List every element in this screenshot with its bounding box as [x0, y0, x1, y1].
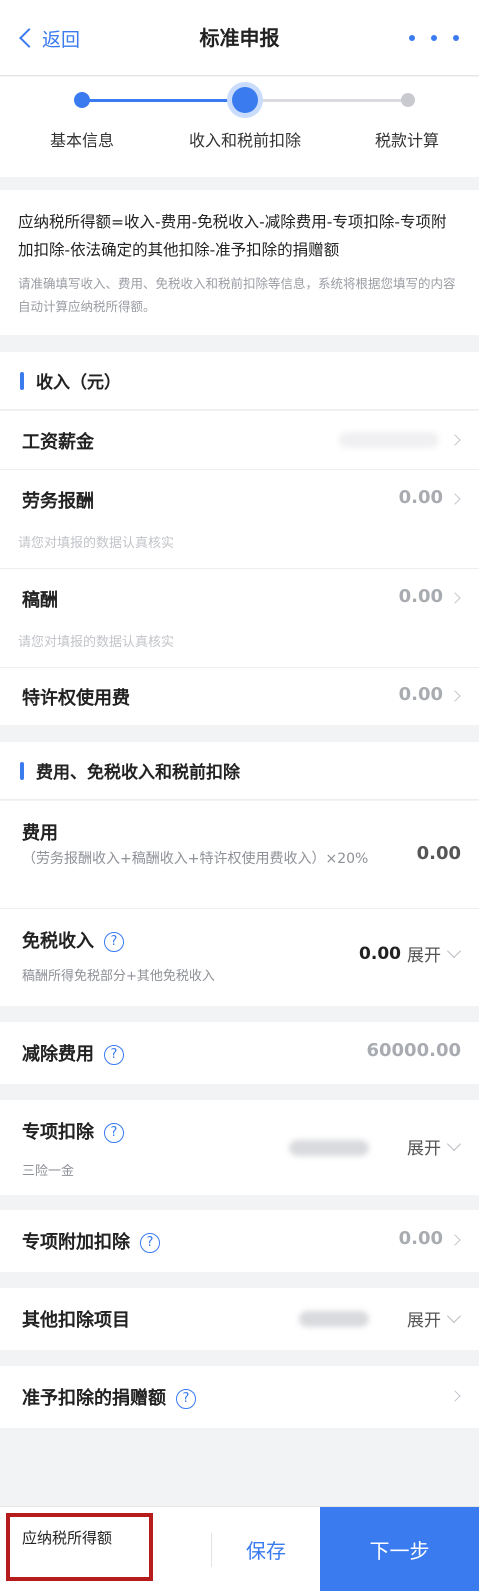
- taxfree-sub: 稿酬所得免税部分+其他免税收入: [22, 969, 215, 984]
- expense-row: 费用 （劳务报酬收入+稿酬收入+特许权使用费收入）×20% 0.00: [0, 801, 479, 908]
- special-value-redacted: [289, 1140, 369, 1156]
- chevron-down-icon: [446, 1136, 462, 1151]
- chevron-right-icon: [449, 1234, 461, 1246]
- special-label: 专项扣除: [22, 1122, 94, 1143]
- section-header-deductions: 费用、免税收入和税前扣除: [0, 742, 479, 800]
- expand-label: 展开: [407, 1311, 441, 1331]
- income-row-franchise[interactable]: 特许权使用费 0.00: [0, 668, 479, 725]
- formula-text: 应纳税所得额=收入-费用-免税收入-减除费用-专项扣除-专项附加扣除-依法确定的…: [18, 213, 447, 259]
- page-title: 标准申报: [199, 26, 280, 50]
- help-icon[interactable]: ?: [104, 1123, 124, 1143]
- income-row-royalty[interactable]: 稿酬 0.00 请您对填报的数据认真核实: [0, 569, 479, 667]
- help-icon[interactable]: ?: [176, 1389, 196, 1409]
- salary-value-redacted: [339, 432, 439, 448]
- taxable-income-label: 应纳税所得额: [22, 1529, 113, 1547]
- royalty-value: 0.00: [398, 586, 443, 607]
- special-label-wrap: 专项扣除?: [22, 1118, 124, 1144]
- other-expand[interactable]: 展开: [407, 1306, 462, 1331]
- nav-bar: 返回 标准申报: [0, 0, 479, 76]
- franchise-label: 特许权使用费: [22, 688, 130, 709]
- taxfree-expand[interactable]: 0.00 展开: [359, 941, 462, 966]
- donation-label-wrap: 准予扣除的捐赠额?: [22, 1384, 196, 1410]
- progress-stepper: 基本信息 收入和税前扣除 税款计算: [0, 77, 479, 177]
- special-additional-value: 0.00: [398, 1228, 443, 1249]
- more-menu-icon[interactable]: [409, 26, 459, 50]
- taxfree-row[interactable]: 免税收入? 稿酬所得免税部分+其他免税收入 0.00 展开: [0, 909, 479, 1006]
- help-icon[interactable]: ?: [104, 932, 124, 952]
- formula-panel: 应纳税所得额=收入-费用-免税收入-减除费用-专项扣除-专项附加扣除-依法确定的…: [0, 190, 479, 335]
- step-dot-current: [232, 87, 258, 113]
- taxfree-label-wrap: 免税收入?: [22, 927, 124, 953]
- special-additional-label-wrap: 专项附加扣除?: [22, 1228, 160, 1254]
- chevron-down-icon: [446, 943, 462, 958]
- royalty-label: 稿酬: [22, 590, 58, 611]
- reduction-label: 减除费用: [22, 1044, 94, 1065]
- help-icon[interactable]: ?: [140, 1233, 160, 1253]
- step-dot-completed: [74, 92, 90, 108]
- income-row-salary[interactable]: 工资薪金: [0, 411, 479, 469]
- formula-note: 请准确填写收入、费用、免税收入和税前扣除等信息，系统将根据您填写的内容自动计算应…: [18, 276, 456, 314]
- section-accent-bar: [20, 371, 24, 390]
- expense-label: 费用: [22, 823, 58, 844]
- other-deduction-row[interactable]: 其他扣除项目 展开: [0, 1288, 479, 1350]
- income-card: 工资薪金 劳务报酬 0.00 请您对填报的数据认真核实 稿酬 0.00 请您对填…: [0, 411, 479, 725]
- special-sub: 三险一金: [22, 1164, 75, 1179]
- reduction-label-wrap: 减除费用?: [22, 1040, 124, 1066]
- reduction-value: 60000.00: [366, 1040, 461, 1061]
- special-deduction-row[interactable]: 专项扣除? 三险一金 展开: [0, 1100, 479, 1195]
- chevron-right-icon: [449, 690, 461, 702]
- step-label-tax-calc: 税款计算: [374, 131, 439, 150]
- chevron-right-icon: [449, 1390, 461, 1402]
- expand-label: 展开: [407, 1139, 441, 1159]
- chevron-right-icon: [449, 493, 461, 505]
- expand-label: 展开: [407, 946, 441, 966]
- expense-formula: （劳务报酬收入+稿酬收入+特许权使用费收入）×20%: [22, 851, 369, 867]
- labor-value: 0.00: [398, 487, 443, 508]
- salary-label: 工资薪金: [22, 432, 94, 453]
- franchise-value: 0.00: [398, 684, 443, 705]
- step-connector-done: [82, 99, 244, 102]
- reduction-row: 减除费用? 60000.00: [0, 1022, 479, 1084]
- expense-value: 0.00: [416, 843, 461, 864]
- help-icon[interactable]: ?: [104, 1045, 124, 1065]
- chevron-down-icon: [446, 1308, 462, 1323]
- special-expand[interactable]: 展开: [407, 1134, 462, 1159]
- save-button[interactable]: 保存: [212, 1507, 320, 1591]
- next-step-button[interactable]: 下一步: [320, 1507, 479, 1591]
- taxfree-value: 0.00: [359, 943, 401, 964]
- section-title: 收入（元）: [36, 373, 121, 393]
- section-title: 费用、免税收入和税前扣除: [36, 763, 240, 783]
- section-accent-bar: [20, 761, 24, 780]
- taxable-income-summary: 应纳税所得额: [6, 1513, 153, 1581]
- labor-label: 劳务报酬: [22, 491, 94, 512]
- income-row-labor[interactable]: 劳务报酬 0.00 请您对填报的数据认真核实: [0, 470, 479, 568]
- royalty-hint: 请您对填报的数据认真核实: [18, 635, 175, 650]
- special-additional-label: 专项附加扣除: [22, 1232, 130, 1253]
- step-connector-pending: [244, 99, 408, 102]
- step-label-income: 收入和税前扣除: [188, 131, 301, 150]
- chevron-right-icon: [449, 592, 461, 604]
- step-label-basic-info: 基本信息: [49, 131, 114, 150]
- other-value-redacted: [299, 1311, 369, 1327]
- bottom-action-bar: 应纳税所得额 保存 下一步: [0, 1506, 479, 1591]
- chevron-right-icon: [449, 434, 461, 446]
- taxfree-label: 免税收入: [22, 931, 94, 952]
- step-dot-pending: [401, 93, 415, 107]
- deductions-card: 费用 （劳务报酬收入+稿酬收入+特许权使用费收入）×20% 0.00 免税收入?…: [0, 801, 479, 1006]
- donation-label: 准予扣除的捐赠额: [22, 1388, 166, 1409]
- special-additional-row[interactable]: 专项附加扣除? 0.00: [0, 1210, 479, 1272]
- labor-hint: 请您对填报的数据认真核实: [18, 536, 175, 551]
- donation-row[interactable]: 准予扣除的捐赠额?: [0, 1366, 479, 1428]
- section-header-income: 收入（元）: [0, 352, 479, 410]
- other-label: 其他扣除项目: [22, 1310, 130, 1331]
